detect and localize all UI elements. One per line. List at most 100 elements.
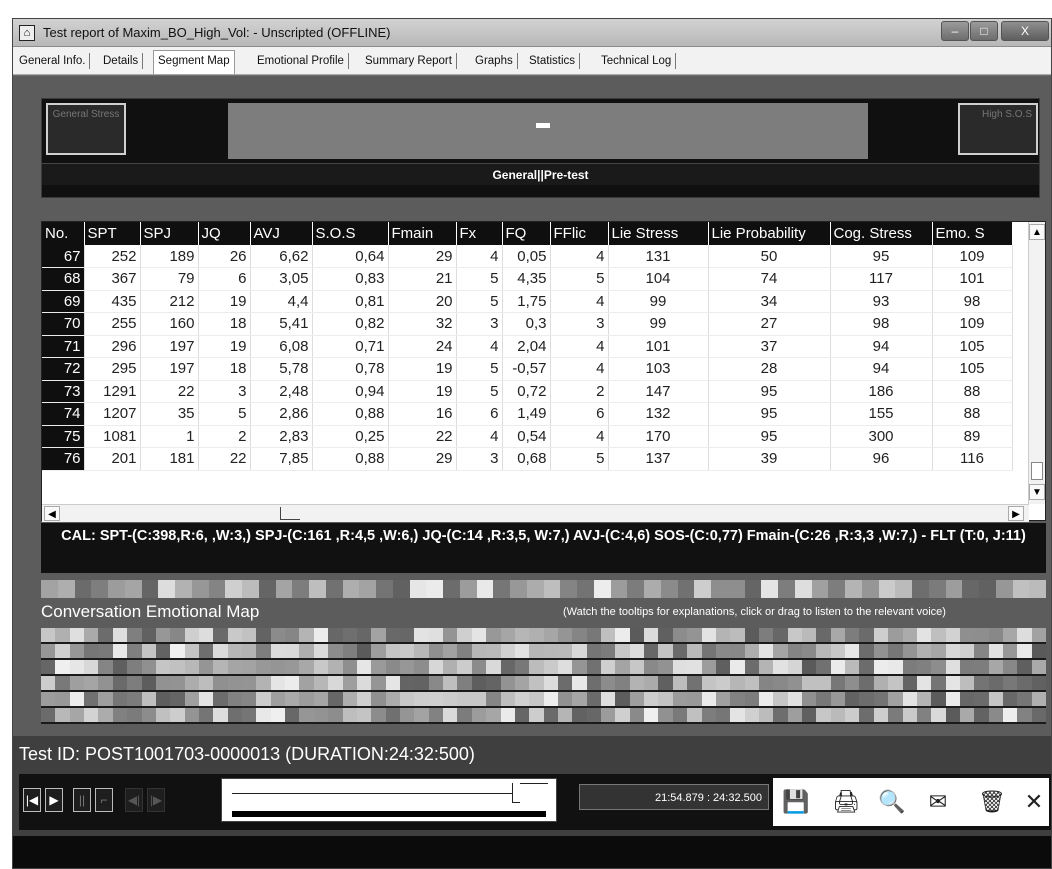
emotional-map-row[interactable]	[41, 676, 1047, 690]
general-stress-indicator: General Stress	[46, 103, 126, 155]
save-icon[interactable]: 💾	[781, 788, 811, 816]
print-icon[interactable]: 🖨	[831, 788, 861, 816]
map-cell	[715, 708, 731, 722]
vertical-scroll-thumb[interactable]	[1031, 462, 1043, 480]
table-row[interactable]: 69 435 212 19 4,4 0,81 20 5 1,75 4 99 34 93 98	[42, 290, 1013, 313]
table-row[interactable]: 73 1291 22 3 2,48 0,94 19 5 0,72 2 147 95 186 88	[42, 380, 1013, 403]
column-header[interactable]: Fx	[456, 222, 503, 245]
map-cell	[256, 644, 271, 658]
table-cell: 28	[708, 357, 831, 381]
emotional-map-row[interactable]	[41, 660, 1047, 674]
tab-summary-report[interactable]: Summary Report	[361, 53, 457, 69]
emotional-map-row[interactable]	[41, 692, 1047, 706]
segment-table[interactable]: No. SPT SPJ JQ AVJ S.O.S Fmain Fx FQ FFlic Lie Str…	[41, 221, 1046, 522]
horizontal-scroll-thumb[interactable]	[280, 507, 300, 520]
table-row[interactable]: 70 255 160 18 5,41 0,82 32 3 0,3 3 99 27 98 109	[42, 312, 1013, 336]
tab-technical-log[interactable]: Technical Log	[597, 53, 677, 69]
map-cell	[124, 580, 142, 598]
table-cell: 88	[932, 402, 1013, 426]
minimize-button[interactable]: –	[941, 21, 969, 41]
map-cell	[902, 628, 917, 642]
column-header[interactable]: Cog. Stress	[830, 222, 933, 245]
scroll-up-icon[interactable]: ▲	[1029, 224, 1045, 240]
column-header[interactable]: No.	[42, 222, 85, 245]
seek-thumb[interactable]	[512, 783, 520, 803]
map-cell	[945, 660, 960, 674]
delete-icon[interactable]: 🗑	[977, 788, 1007, 816]
table-cell: 37	[708, 335, 831, 358]
table-cell: 186	[830, 380, 933, 403]
close-window-button[interactable]: X	[1001, 21, 1049, 41]
column-header[interactable]: SPT	[84, 222, 141, 245]
table-cell: 79	[140, 267, 199, 291]
print-preview-icon[interactable]: 🔍	[877, 788, 907, 816]
table-row[interactable]: 76 201 181 22 7,85 0,88 29 3 0,68 5 137 39 96 116	[42, 447, 1013, 471]
segment-strip[interactable]	[41, 580, 1046, 598]
map-cell	[428, 692, 444, 706]
emotional-map-row[interactable]	[41, 628, 1047, 642]
tab-segment-map[interactable]: Segment Map	[153, 50, 235, 74]
table-cell: 0,83	[312, 267, 389, 291]
table-cell: 4	[456, 245, 503, 268]
column-header[interactable]: FFlic	[550, 222, 609, 245]
table-cell: 1	[140, 425, 199, 448]
close-icon[interactable]: ✕	[1019, 788, 1049, 816]
stop-icon[interactable]: ⌐	[95, 788, 113, 812]
map-cell	[586, 644, 602, 658]
column-header[interactable]: Fmain	[388, 222, 457, 245]
horizontal-scrollbar[interactable]: ◀ ▶	[42, 504, 1029, 522]
tab-statistics[interactable]: Statistics	[525, 53, 581, 69]
segment-grid: No. SPT SPJ JQ AVJ S.O.S Fmain Fx FQ FFlic Lie Str…	[42, 222, 1013, 471]
maximize-button[interactable]: □	[970, 21, 998, 41]
map-cell	[299, 628, 314, 642]
next-segment-icon[interactable]: |▶	[147, 788, 165, 812]
conversation-emotional-map[interactable]	[41, 628, 1047, 724]
emotional-map-row[interactable]	[41, 644, 1047, 658]
pause-icon[interactable]: ||	[73, 788, 91, 812]
map-cell	[758, 628, 774, 642]
previous-segment-icon[interactable]: ◀|	[125, 788, 143, 812]
map-cell	[931, 676, 946, 690]
map-cell	[457, 692, 472, 706]
table-cell: 5	[456, 357, 503, 381]
table-row[interactable]: 72 295 197 18 5,78 0,78 19 5 -0,57 4 103 28 94 105	[42, 357, 1013, 381]
column-header[interactable]: Emo. S	[932, 222, 1013, 245]
table-cell: 35	[140, 402, 199, 426]
table-cell: 89	[932, 425, 1013, 448]
map-cell	[744, 580, 762, 598]
map-cell	[242, 580, 259, 598]
emotional-map-row[interactable]	[41, 708, 1047, 722]
map-cell	[577, 580, 594, 598]
scroll-down-icon[interactable]: ▼	[1029, 484, 1045, 500]
map-cell	[356, 644, 372, 658]
column-header[interactable]: JQ	[198, 222, 251, 245]
tab-details[interactable]: Details	[99, 53, 144, 69]
scroll-left-icon[interactable]: ◀	[44, 506, 60, 521]
map-cell	[328, 644, 343, 658]
table-row[interactable]: 68 367 79 6 3,05 0,83 21 5 4,35 5 104 74 117 101	[42, 267, 1013, 291]
column-header[interactable]: SPJ	[140, 222, 199, 245]
table-row[interactable]: 71 296 197 19 6,08 0,71 24 4 2,04 4 101 37 94 105	[42, 335, 1013, 358]
table-row[interactable]: 74 1207 35 5 2,86 0,88 16 6 1,49 6 132 95 155 88	[42, 402, 1013, 426]
column-header[interactable]: FQ	[502, 222, 551, 245]
map-cell	[112, 628, 128, 642]
email-icon[interactable]: ✉	[923, 788, 953, 816]
column-header[interactable]: S.O.S	[312, 222, 389, 245]
map-cell	[543, 644, 558, 658]
tab-graphs[interactable]: Graphs	[471, 53, 518, 69]
scroll-right-icon[interactable]: ▶	[1008, 506, 1024, 521]
skip-start-icon[interactable]: |◀	[23, 788, 41, 812]
column-header[interactable]: Lie Probability	[708, 222, 831, 245]
column-header[interactable]: Lie Stress	[608, 222, 709, 245]
play-icon[interactable]: ▶	[45, 788, 63, 812]
seek-bar[interactable]	[221, 778, 557, 822]
tab-general-info[interactable]: General Info.	[15, 53, 91, 69]
map-cell	[601, 708, 616, 722]
table-row[interactable]: 75 1081 1 2 2,83 0,25 22 4 0,54 4 170 95 300 89	[42, 425, 1013, 448]
map-cell	[227, 644, 243, 658]
table-row[interactable]: 67 252 189 26 6,62 0,64 29 4 0,05 4 131 50 95 109	[42, 245, 1013, 268]
title-bar[interactable]: ⌂ Test report of Maxim_BO_High_Vol: - Un…	[13, 19, 1051, 47]
vertical-scrollbar[interactable]: ▲ ▼	[1028, 222, 1045, 504]
column-header[interactable]: AVJ	[250, 222, 313, 245]
tab-emotional-profile[interactable]: Emotional Profile	[253, 53, 349, 69]
